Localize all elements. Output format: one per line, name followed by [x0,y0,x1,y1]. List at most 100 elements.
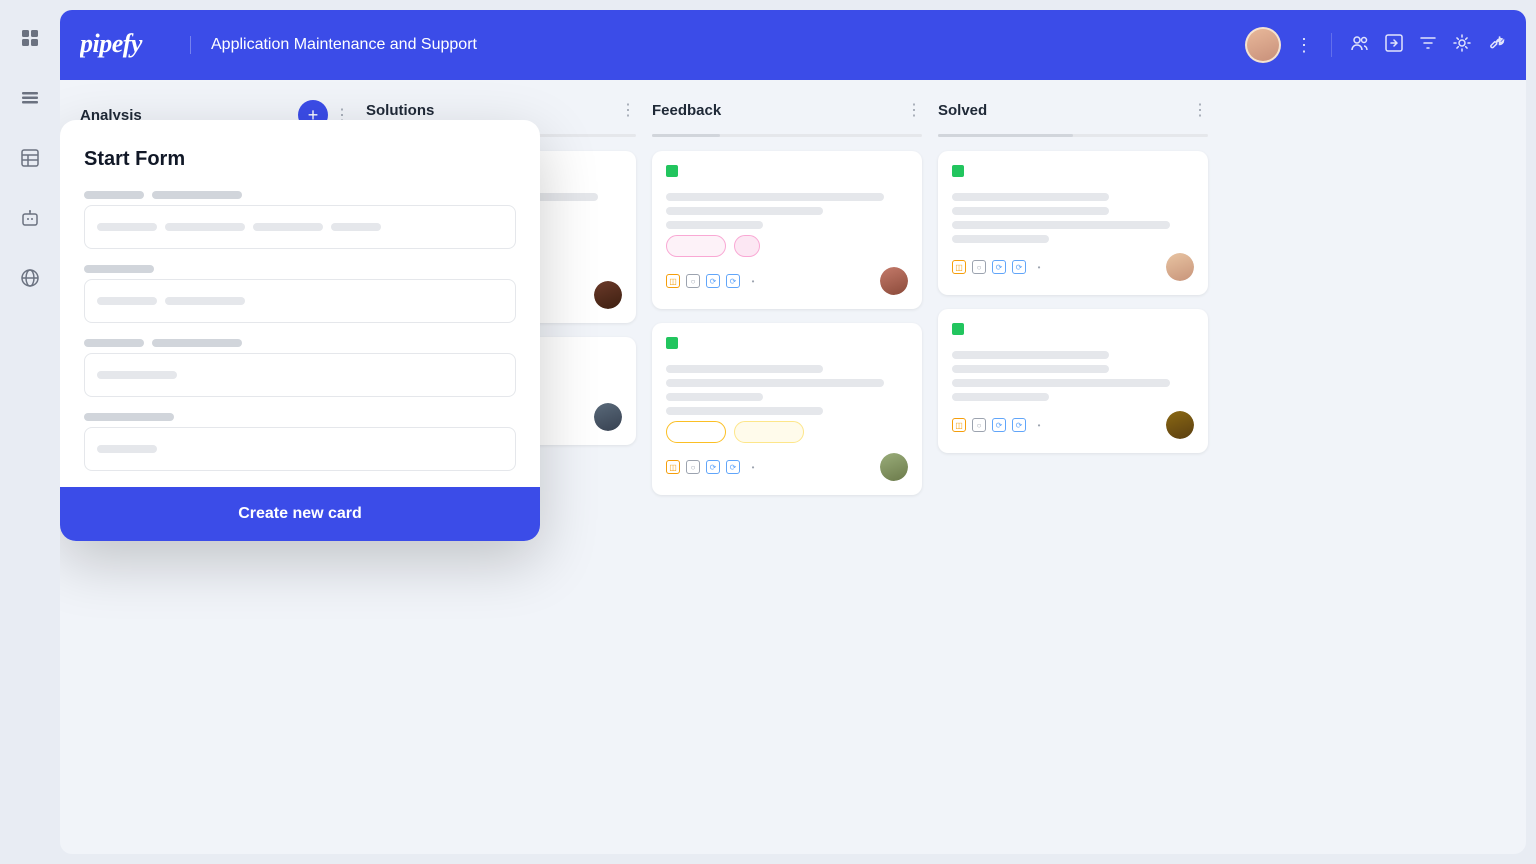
column-feedback: Feedback ⋮ [652,96,922,838]
status-pill-pink [666,235,726,257]
badge-icon-f2d: ⟳ [726,460,740,474]
column-progress-feedback [652,134,922,137]
modal-content: Start Form [60,120,540,471]
column-header-feedback: Feedback ⋮ [652,96,922,124]
form-input-1[interactable] [84,205,516,249]
card-avatar-f1 [880,267,908,295]
tag-green-f2 [666,337,678,349]
sidebar-icon-grid[interactable] [12,20,48,56]
header-more-icon[interactable]: ⋮ [1295,35,1313,56]
sidebar-icon-globe[interactable] [12,260,48,296]
pipefy-logo: pipefy [80,26,170,65]
card-line [952,351,1109,359]
sidebar-icon-list[interactable] [12,80,48,116]
input-skel [165,223,245,231]
card-line [666,365,823,373]
form-field-3 [84,339,516,397]
card-footer-f2: ◫ ○ ⟳ ⟳ • [666,453,908,481]
form-label-4 [84,413,516,421]
form-field-1 [84,191,516,249]
card-line [666,221,763,229]
column-actions-solved: ⋮ [1192,100,1208,120]
create-new-card-button[interactable]: Create new card [84,505,516,523]
users-icon[interactable] [1350,33,1370,58]
share-icon[interactable] [1384,33,1404,58]
board-area: Analysis + ⋮ [60,80,1526,854]
header-title: Application Maintenance and Support [190,36,477,54]
card-avatar-s1 [594,281,622,309]
badge-icon-f2e: • [746,460,760,474]
main-content: pipefy Application Maintenance and Suppo… [60,10,1526,854]
label-skel [152,191,242,199]
sidebar [0,0,60,864]
badge-icon-sv2b: ○ [972,418,986,432]
card-tags-sv2 [952,323,1194,343]
input-skel [97,371,177,379]
badge-icon-f2a: ◫ [666,460,680,474]
card-line [952,379,1170,387]
badge-icon-f2c: ⟳ [706,460,720,474]
badge-icon-f1b: ○ [686,274,700,288]
form-field-4 [84,413,516,471]
card-feedback-2[interactable]: ◫ ○ ⟳ ⟳ • [652,323,922,495]
form-label-3 [84,339,516,347]
card-footer-sv1: ◫ ○ ⟳ ⟳ • [952,253,1194,281]
column-title-feedback: Feedback [652,102,721,119]
start-form-modal: Start Form [60,120,540,541]
card-solved-1[interactable]: ◫ ○ ⟳ ⟳ • [938,151,1208,295]
column-progress-solved [938,134,1208,137]
label-skel [84,265,154,273]
label-skel [84,413,174,421]
card-line [952,393,1049,401]
card-footer-f1: ◫ ○ ⟳ ⟳ • [666,267,908,295]
settings-icon[interactable] [1452,33,1472,58]
input-skel [97,223,157,231]
card-tags-f1 [666,165,908,185]
form-input-4[interactable] [84,427,516,471]
column-menu-solutions[interactable]: ⋮ [620,100,636,120]
column-solved: Solved ⋮ [938,96,1208,838]
card-badges-f2: ◫ ○ ⟳ ⟳ • [666,460,760,474]
modal-footer: Create new card [60,487,540,541]
card-avatar-sv1 [1166,253,1194,281]
badge-icon-sv2d: ⟳ [1012,418,1026,432]
column-menu-feedback[interactable]: ⋮ [906,100,922,120]
input-skel [97,445,157,453]
user-avatar[interactable] [1245,27,1281,63]
badge-icon-sv1e: • [1032,260,1046,274]
card-line [666,207,823,215]
form-input-3[interactable] [84,353,516,397]
card-line [952,221,1170,229]
badge-icon-f1d: ⟳ [726,274,740,288]
input-skel [97,297,157,305]
badge-icon-sv1c: ⟳ [992,260,1006,274]
form-input-2[interactable] [84,279,516,323]
header-left: pipefy Application Maintenance and Suppo… [80,26,477,65]
badge-icon-sv2e: • [1032,418,1046,432]
label-skel [84,191,144,199]
card-avatar-s2 [594,403,622,431]
card-solved-2[interactable]: ◫ ○ ⟳ ⟳ • [938,309,1208,453]
input-skel [253,223,323,231]
modal-title: Start Form [84,148,516,171]
filter-icon[interactable] [1418,33,1438,58]
status-pill-pink2 [734,235,760,257]
input-skel [165,297,245,305]
card-tags-f2 [666,337,908,357]
badge-icon-f1c: ⟳ [706,274,720,288]
sidebar-icon-table[interactable] [12,140,48,176]
column-menu-solved[interactable]: ⋮ [1192,100,1208,120]
status-pill-amber [734,421,804,443]
form-label-2 [84,265,516,273]
label-skel [152,339,242,347]
wrench-icon[interactable] [1486,33,1506,58]
card-line [952,193,1109,201]
app-header: pipefy Application Maintenance and Suppo… [60,10,1526,80]
column-title-solved: Solved [938,102,987,119]
card-footer-sv2: ◫ ○ ⟳ ⟳ • [952,411,1194,439]
card-feedback-1[interactable]: ◫ ○ ⟳ ⟳ • [652,151,922,309]
sidebar-icon-bot[interactable] [12,200,48,236]
svg-text:pipefy: pipefy [80,29,143,58]
card-line [952,207,1109,215]
column-title-solutions: Solutions [366,102,434,119]
